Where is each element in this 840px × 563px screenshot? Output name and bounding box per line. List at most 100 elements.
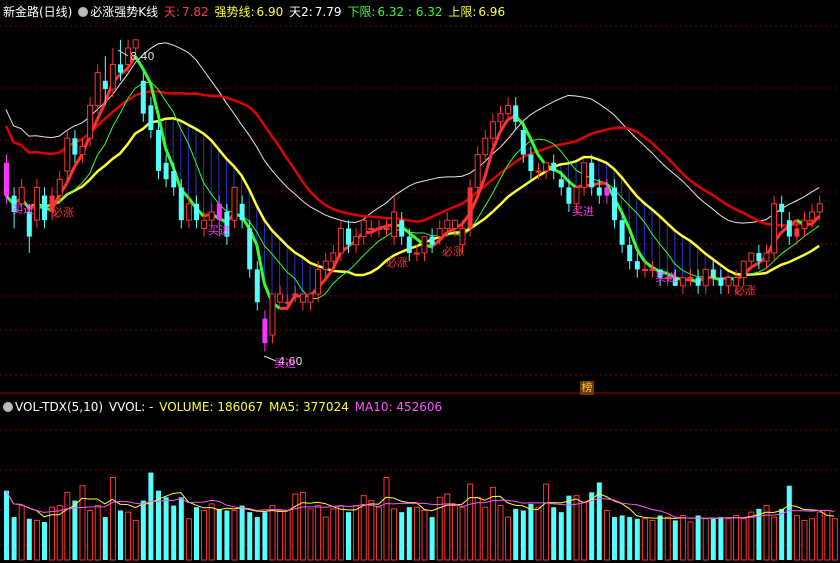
vvol-value: VVOL: -	[108, 400, 154, 414]
candle-body	[337, 227, 344, 254]
candle-body	[543, 162, 550, 172]
volume-bar	[513, 508, 519, 560]
volume-bar	[148, 472, 154, 560]
volume-bar	[497, 505, 504, 561]
candle-body	[132, 39, 139, 49]
volume-bar	[269, 505, 276, 561]
volume-panel-header: VOL-TDX(5,10) VVOL: - VOLUME: 186067 MA5…	[3, 397, 444, 417]
candle-body	[33, 186, 40, 221]
candle-body	[72, 138, 78, 155]
volume-bar	[459, 506, 466, 561]
volume-bar	[551, 507, 557, 560]
volume-bar	[535, 506, 542, 561]
volume-bar	[383, 477, 390, 561]
candle-body	[102, 80, 108, 89]
candle-body	[513, 105, 519, 122]
volume-indicator-name[interactable]: VOL-TDX(5,10)	[15, 400, 103, 414]
candle-body	[156, 130, 161, 171]
volume-bar	[520, 510, 526, 560]
candle-body	[429, 236, 435, 245]
volume-bar	[322, 516, 329, 561]
volume-bar	[740, 518, 747, 561]
candle-body	[710, 269, 716, 278]
candle-body	[140, 80, 146, 114]
candle-body	[368, 227, 375, 230]
candle-body	[619, 220, 625, 245]
volume-bar	[391, 508, 398, 561]
candle-body	[163, 162, 169, 180]
candle-body	[687, 277, 694, 280]
volume-bar	[26, 518, 32, 560]
volume-bar	[178, 497, 184, 560]
volume-bar	[573, 495, 580, 561]
bull-signal-label: 必涨	[442, 245, 464, 258]
volume-bar	[672, 520, 678, 560]
candle-body	[194, 203, 199, 221]
buy-signal-label: 买进	[274, 357, 296, 370]
volume-bar	[801, 519, 808, 561]
candle-body	[247, 228, 253, 270]
volume-bar	[748, 511, 755, 561]
candle-body	[87, 104, 94, 139]
volume-bar	[657, 515, 663, 560]
candle-body	[573, 186, 580, 205]
candle-body	[4, 162, 9, 196]
high-price-label: 8.40	[130, 50, 155, 63]
volume-bar	[421, 510, 428, 561]
volume-bar	[109, 477, 116, 561]
chart-canvas[interactable]: 8.404.60买进买进买进买进买进必涨必涨必涨必涨	[0, 0, 840, 563]
volume-bar	[718, 517, 724, 560]
volume-bar	[543, 483, 550, 561]
volume-bar	[627, 517, 633, 560]
volume-bar	[489, 486, 496, 561]
volume-bar	[284, 510, 291, 561]
candle-body	[292, 293, 299, 296]
ma5-value: MA5: 377024	[268, 400, 349, 414]
volume-bar	[786, 485, 792, 560]
candle-body	[315, 268, 322, 295]
candle-body	[178, 187, 184, 221]
volume-bar	[816, 511, 823, 561]
volume-bar	[641, 518, 648, 561]
volume-bar	[208, 503, 215, 561]
tian-line	[4, 90, 820, 227]
bull-signal-label: 必涨	[386, 256, 408, 269]
buy-signal-label: 买进	[12, 203, 34, 216]
candle-body	[748, 252, 755, 262]
volume-bar	[771, 516, 778, 561]
candle-body	[725, 277, 732, 287]
bang-marker[interactable]: 榜	[580, 381, 594, 395]
candle-body	[391, 211, 398, 238]
volume-bar	[695, 515, 701, 560]
ma10-value: MA10: 452606	[354, 400, 443, 414]
volume-bar	[528, 503, 534, 560]
volume-bar	[710, 518, 716, 560]
candle-body	[436, 227, 443, 238]
candle-body	[330, 252, 337, 262]
volume-bar	[118, 510, 123, 560]
candle-body	[596, 187, 602, 196]
volume-bar	[603, 510, 610, 561]
volume-bar	[581, 501, 588, 561]
candle-body	[566, 187, 572, 204]
volume-bar	[163, 497, 169, 560]
volume-bar	[254, 517, 260, 560]
buy-signal-label: 买进	[572, 205, 594, 218]
volume-bar	[239, 505, 245, 560]
volume-bar	[79, 485, 86, 561]
bull-signal-label: 必涨	[734, 284, 756, 297]
candle-body	[718, 277, 724, 286]
volume-bar	[132, 519, 139, 561]
candle-body	[581, 162, 588, 188]
volume-bar	[824, 510, 831, 561]
volume-bar	[125, 511, 132, 561]
candle-body	[148, 105, 154, 130]
volume-bar	[375, 506, 382, 561]
candle-body	[816, 203, 823, 213]
volume-menu-icon[interactable]	[3, 402, 13, 412]
candle-body	[109, 63, 116, 90]
candle-body	[284, 301, 291, 304]
volume-bar	[779, 508, 785, 560]
volume-bar	[399, 512, 405, 560]
volume-bar	[346, 512, 351, 560]
